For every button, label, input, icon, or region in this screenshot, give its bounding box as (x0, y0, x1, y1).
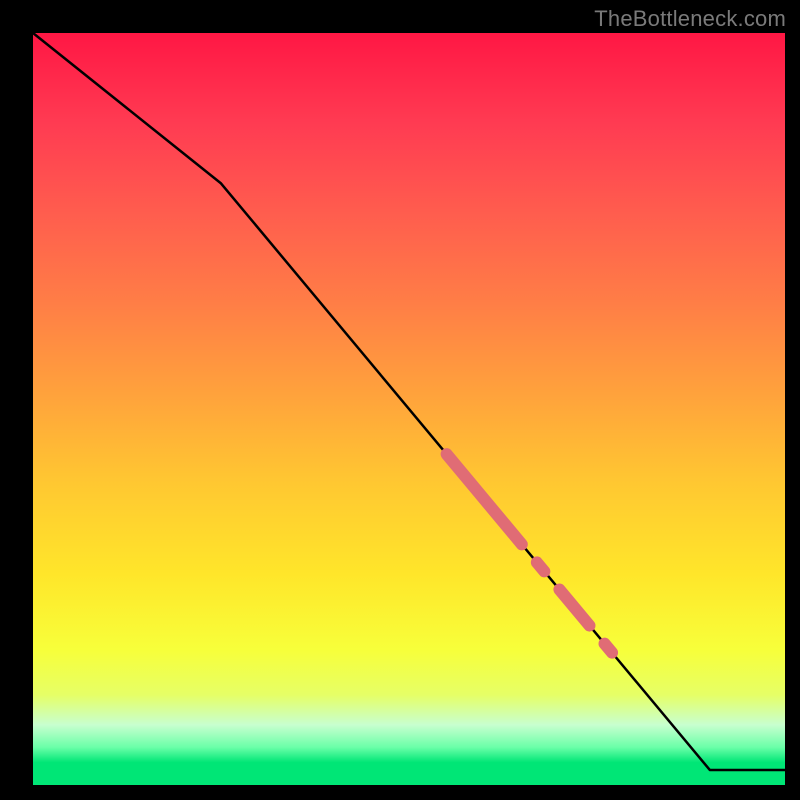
accent-segment (447, 454, 522, 544)
accent-segment (559, 589, 589, 625)
chart-container: TheBottleneck.com (0, 0, 800, 800)
main-line (33, 33, 785, 770)
watermark-text: TheBottleneck.com (594, 6, 786, 32)
accent-segment (605, 644, 613, 653)
accent-segment (537, 562, 545, 571)
chart-svg (33, 33, 785, 785)
